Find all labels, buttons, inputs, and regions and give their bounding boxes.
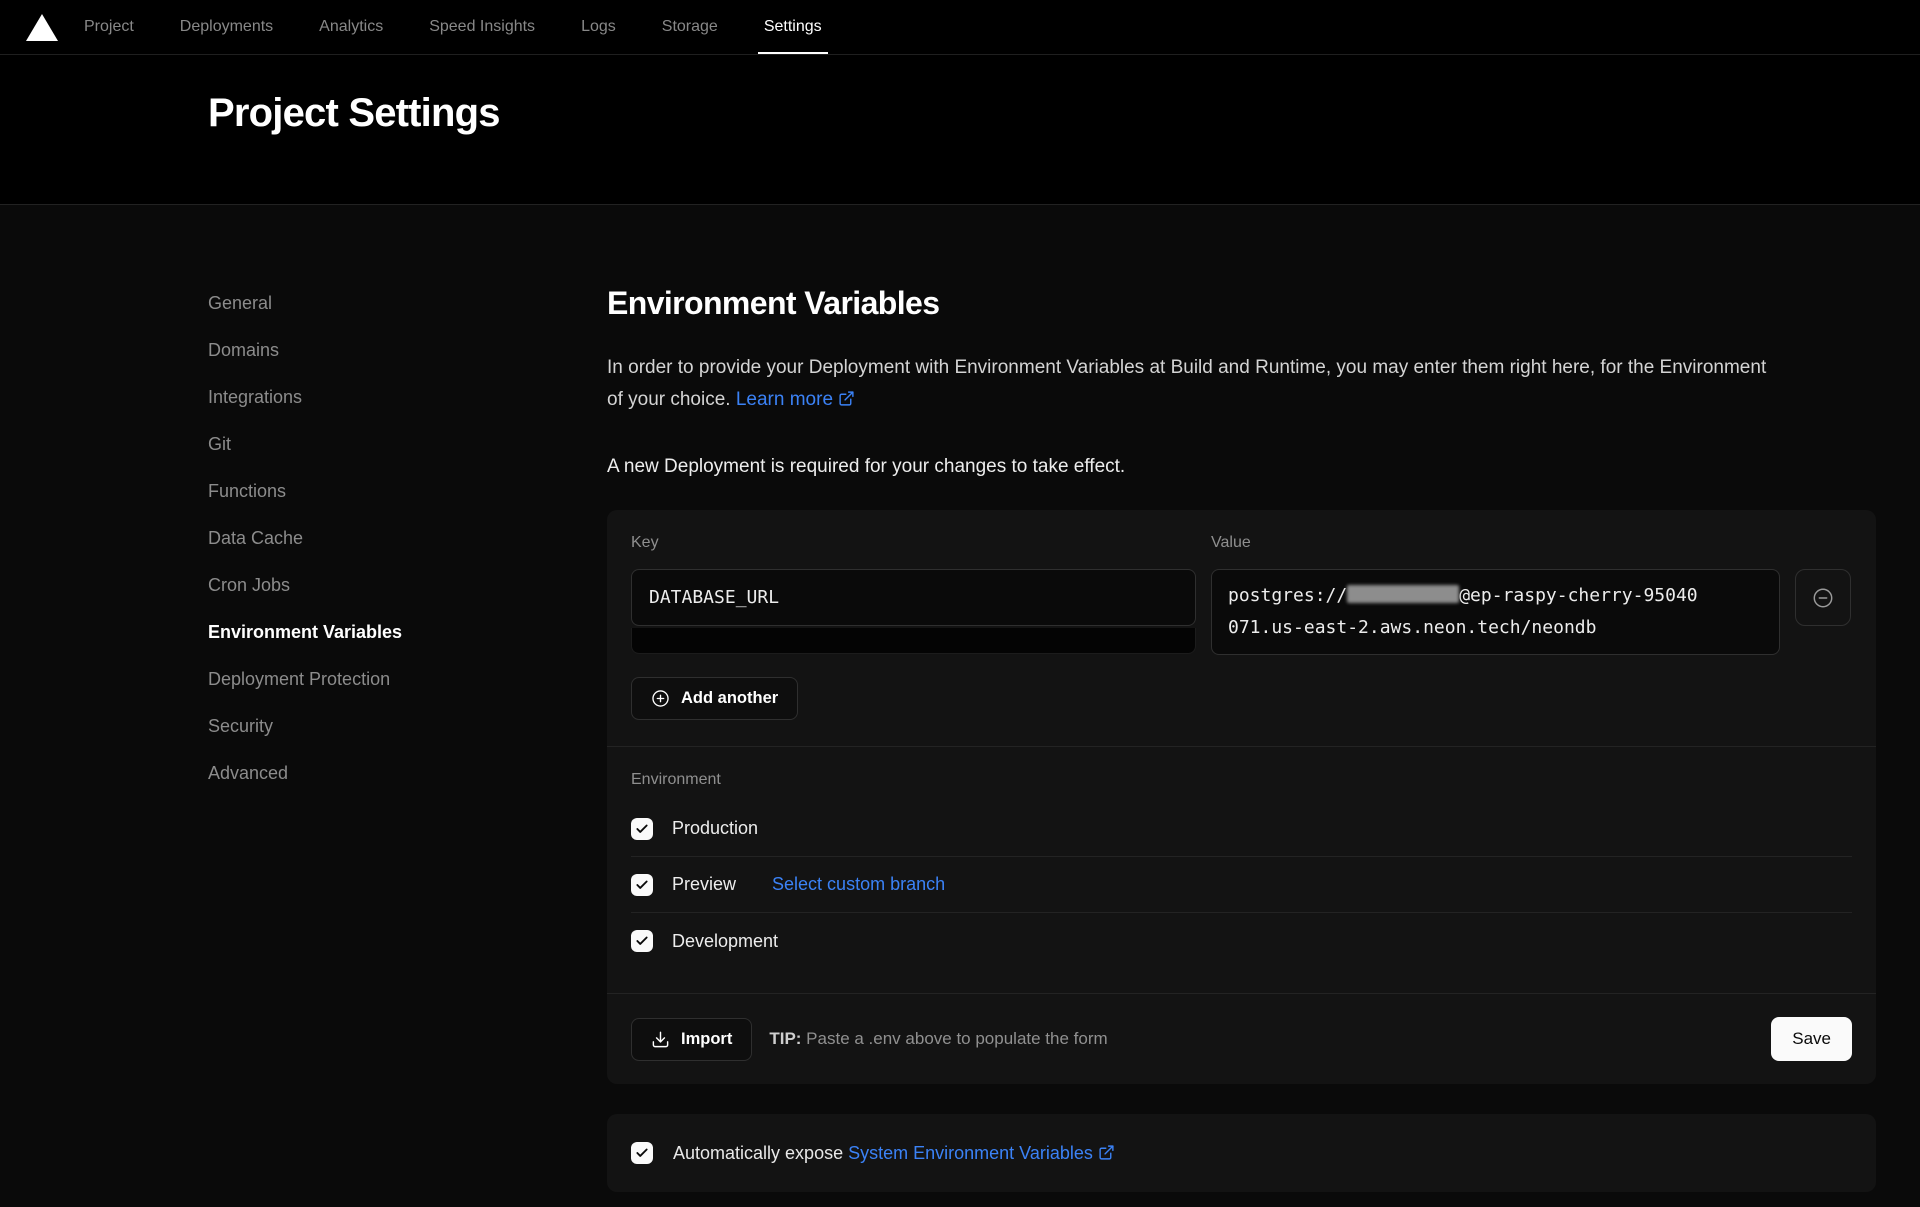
key-suggestion-panel (631, 628, 1196, 654)
vercel-logo[interactable] (26, 0, 58, 54)
value-line1: postgres://@ep-raspy-cherry-95040 (1228, 580, 1763, 612)
description-line2: of your choice. (607, 389, 731, 410)
sidebar-item-data-cache[interactable]: Data Cache (208, 528, 607, 575)
value-label: Value (1211, 534, 1780, 552)
value-line2: 071.us-east-2.aws.neon.tech/neondb (1228, 612, 1763, 644)
env-var-form-card: Key Value postgres://@ep-raspy-cherry-95… (607, 510, 1876, 1084)
key-value-section: Key Value postgres://@ep-raspy-cherry-95… (607, 510, 1876, 746)
environment-variables-panel: Environment Variables In order to provid… (607, 285, 1876, 1207)
sidebar-item-cron-jobs[interactable]: Cron Jobs (208, 575, 607, 622)
plus-circle-icon (651, 689, 670, 708)
minus-circle-icon (1812, 587, 1834, 609)
environment-section: Environment Production Preview Select cu… (607, 747, 1876, 993)
system-env-variables-link[interactable]: System Environment Variables (848, 1143, 1115, 1163)
check-icon (635, 1146, 649, 1160)
select-custom-branch-link[interactable]: Select custom branch (772, 874, 945, 895)
key-label: Key (631, 534, 1196, 552)
preview-checkbox[interactable] (631, 874, 653, 896)
page-header: Project Settings (0, 55, 1920, 205)
learn-more-link[interactable]: Learn more (736, 389, 855, 410)
nav-tab-analytics[interactable]: Analytics (317, 0, 385, 54)
check-icon (635, 934, 649, 948)
sidebar-item-domains[interactable]: Domains (208, 340, 607, 387)
external-link-icon (1098, 1144, 1115, 1161)
sidebar-item-integrations[interactable]: Integrations (208, 387, 607, 434)
description-line1: In order to provide your Deployment with… (607, 357, 1766, 378)
remove-row-button[interactable] (1795, 569, 1851, 626)
nav-tab-deployments[interactable]: Deployments (178, 0, 275, 54)
environment-label: Environment (631, 771, 1852, 789)
sidebar-item-deployment-protection[interactable]: Deployment Protection (208, 669, 607, 716)
env-row-production: Production (631, 801, 1852, 857)
env-row-preview: Preview Select custom branch (631, 857, 1852, 913)
sidebar-item-general[interactable]: General (208, 293, 607, 340)
production-checkbox[interactable] (631, 818, 653, 840)
check-icon (635, 822, 649, 836)
nav-tab-project[interactable]: Project (82, 0, 136, 54)
page-title: Project Settings (208, 91, 1920, 136)
sidebar-item-advanced[interactable]: Advanced (208, 763, 607, 810)
sidebar-item-git[interactable]: Git (208, 434, 607, 481)
system-env-card: Automatically expose System Environment … (607, 1114, 1876, 1192)
form-footer: Import TIP: Paste a .env above to popula… (607, 994, 1876, 1084)
nav-tabs: Project Deployments Analytics Speed Insi… (82, 0, 824, 54)
auto-expose-text: Automatically expose System Environment … (673, 1143, 1115, 1164)
vercel-triangle-icon (26, 14, 58, 41)
key-input[interactable] (631, 569, 1196, 626)
value-input[interactable]: postgres://@ep-raspy-cherry-95040 071.us… (1211, 569, 1780, 655)
content-area: General Domains Integrations Git Functio… (0, 205, 1920, 1207)
save-button[interactable]: Save (1771, 1017, 1852, 1061)
check-icon (635, 878, 649, 892)
nav-tab-storage[interactable]: Storage (660, 0, 720, 54)
auto-expose-checkbox[interactable] (631, 1142, 653, 1164)
top-navigation: Project Deployments Analytics Speed Insi… (0, 0, 1920, 55)
env-row-development: Development (631, 913, 1852, 969)
import-button[interactable]: Import (631, 1018, 752, 1061)
tip-text: TIP: Paste a .env above to populate the … (769, 1029, 1107, 1049)
sidebar-item-security[interactable]: Security (208, 716, 607, 763)
deployment-note: A new Deployment is required for your ch… (607, 456, 1876, 478)
nav-tab-logs[interactable]: Logs (579, 0, 618, 54)
section-heading: Environment Variables (607, 285, 1876, 322)
sidebar-item-environment-variables[interactable]: Environment Variables (208, 622, 607, 669)
development-checkbox[interactable] (631, 930, 653, 952)
add-another-button[interactable]: Add another (631, 677, 798, 720)
section-description: In order to provide your Deployment with… (607, 352, 1876, 416)
nav-tab-settings[interactable]: Settings (762, 0, 824, 54)
nav-tab-speed-insights[interactable]: Speed Insights (427, 0, 537, 54)
external-link-icon (838, 390, 855, 407)
redacted-secret (1347, 585, 1459, 603)
download-icon (651, 1030, 670, 1049)
settings-sidebar: General Domains Integrations Git Functio… (208, 285, 607, 1207)
key-column (631, 569, 1196, 655)
sidebar-item-functions[interactable]: Functions (208, 481, 607, 528)
